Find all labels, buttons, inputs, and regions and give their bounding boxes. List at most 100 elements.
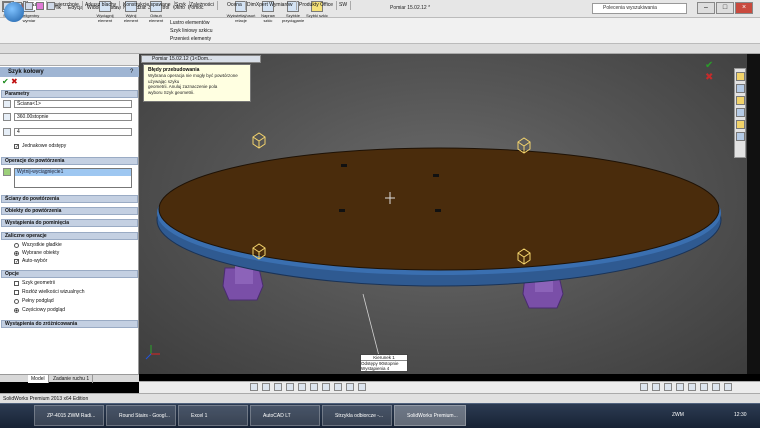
tab-arkusz-blachy[interactable]: Arkusz blachy [82, 1, 121, 10]
linear-sketch-pattern-link[interactable]: Szyk liniowy szkicu [170, 28, 213, 34]
section-obiekty[interactable]: Obiekty do powtórzenia [1, 207, 138, 215]
propagate-visual-label: Rozłóż wielkości wizualnych [22, 289, 85, 295]
section-zaliczne[interactable]: Zaliczne operacje [1, 232, 138, 240]
sketch-tool-icon[interactable] [712, 383, 720, 391]
instances-field[interactable]: 4 [14, 128, 132, 136]
task-strzykla[interactable]: Strzykla odbiorcze -... [322, 405, 392, 426]
section-opcje[interactable]: Opcje [1, 270, 138, 278]
partial-preview-radio[interactable] [14, 308, 19, 313]
section-parametry[interactable]: Parametry [1, 90, 138, 98]
display-manager-icon[interactable] [47, 2, 55, 10]
hole [433, 174, 439, 177]
all-bodies-radio[interactable] [14, 243, 19, 248]
geometry-pattern-label: Szyk geometrii [22, 280, 55, 286]
hole [435, 209, 441, 212]
move-entities-link[interactable]: Przenieś elementy [170, 36, 211, 42]
full-preview-label: Pełny podgląd [22, 298, 54, 304]
model-view[interactable] [139, 54, 747, 374]
section-pominiecia[interactable]: Wystąpienia do pominięcia [1, 219, 138, 227]
configuration-icon[interactable] [25, 2, 33, 10]
tab-ocena[interactable]: Ocena [224, 1, 246, 10]
custom-properties-icon[interactable] [736, 132, 745, 141]
mirror-entities-link[interactable]: Lustro elementów [170, 20, 209, 26]
sketch-tool-icon[interactable] [676, 383, 684, 391]
zoom-to-fit-icon[interactable] [250, 383, 258, 391]
cancel-button[interactable]: ✖ [11, 78, 19, 86]
axis-icon [3, 100, 11, 108]
dimxpert-icon[interactable] [36, 2, 44, 10]
view-settings-icon[interactable] [358, 383, 366, 391]
hole [339, 209, 345, 212]
appearances-icon[interactable] [736, 120, 745, 129]
triad-icon [145, 345, 160, 360]
view-palette-icon[interactable] [736, 108, 745, 117]
tab-motion-study[interactable]: Zadanie ruchu 1 [50, 375, 94, 383]
sketch-tool-icon[interactable] [700, 383, 708, 391]
tab-zaleznosci[interactable]: Zależności [187, 1, 218, 10]
sketch-tool-icon[interactable] [640, 383, 648, 391]
maximize-button[interactable]: □ [716, 2, 734, 14]
equal-spacing-label: Jednakowe odstępy [22, 143, 67, 149]
previous-view-icon[interactable] [274, 383, 282, 391]
graphics-area[interactable]: Pomiar 15.02.12 (1<Dom... Błędy przebudo… [139, 54, 747, 374]
section-view-icon[interactable] [286, 383, 294, 391]
task-excel[interactable]: Excel 1 [178, 405, 248, 426]
auto-select-label: Auto-wybór [22, 258, 48, 264]
dimension-callout[interactable]: Kierunek 1 Odstępy 90stopnie Wystąpienia… [360, 354, 408, 372]
display-style-icon[interactable] [310, 383, 318, 391]
apply-scene-icon[interactable] [346, 383, 354, 391]
hole [341, 164, 347, 167]
tab-model[interactable]: Model [28, 375, 49, 383]
view-orientation-icon[interactable] [298, 383, 306, 391]
clock[interactable]: 12:30 [734, 409, 747, 421]
tab-produkty-office[interactable]: Produkty Office [296, 1, 338, 10]
geometry-pattern-checkbox[interactable] [14, 281, 19, 286]
task-solidworks[interactable]: SolidWorks Premium... [394, 405, 466, 426]
search-commands-input[interactable]: Polecenia wyszukiwania [592, 3, 687, 14]
cancel-corner-icon[interactable]: ✖ [705, 72, 717, 84]
list-item[interactable]: Wytnij-wyciągnięcie1 [15, 169, 131, 176]
feature-tree-flyout[interactable]: Pomiar 15.02.12 (1<Dom... [141, 55, 261, 63]
right-border [747, 54, 760, 374]
selected-bodies-radio[interactable] [14, 251, 19, 256]
resources-icon[interactable] [736, 72, 745, 81]
full-preview-radio[interactable] [14, 299, 19, 304]
zoom-area-icon[interactable] [262, 383, 270, 391]
instances-icon [3, 128, 11, 136]
auto-select-checkbox[interactable]: ✓ [14, 259, 19, 265]
task-round-stairs[interactable]: Round Stairs - Googl... [106, 405, 176, 426]
design-library-icon[interactable] [736, 84, 745, 93]
note-leader [362, 293, 380, 357]
sketch-tool-icon[interactable] [652, 383, 660, 391]
tray-label[interactable]: ZWM [672, 409, 684, 421]
edit-appearance-icon[interactable] [334, 383, 342, 391]
sketch-tool-icon[interactable] [724, 383, 732, 391]
propagate-visual-checkbox[interactable] [14, 290, 19, 295]
section-operacje[interactable]: Operacje do powtórzenia [1, 157, 138, 165]
help-icon[interactable]: ? [130, 68, 137, 76]
task-autocad[interactable]: AutoCAD LT [250, 405, 320, 426]
rebuild-error-tooltip: Błędy przebudowania Wybrana operacja nie… [143, 64, 251, 102]
section-zroznicowania[interactable]: Wystąpienia do zróżnicowania [1, 320, 138, 328]
ok-button[interactable]: ✔ [2, 78, 10, 86]
property-title: Szyk kołowy [0, 67, 139, 77]
tab-konstrukcje-spawane[interactable]: Konstrukcje spawane [120, 1, 175, 10]
start-button[interactable] [4, 2, 24, 22]
tab-sw[interactable]: SW [336, 1, 352, 10]
task-zp4015[interactable]: ZP-4015 ZWM Radi... [34, 405, 104, 426]
section-sciany[interactable]: Ściany do powtórzenia [1, 195, 138, 203]
status-text: SolidWorks Premium 2013 x64 Edition [3, 396, 89, 402]
angle-field[interactable]: 360.00stopnie [14, 113, 132, 121]
confirm-corner-icon[interactable]: ✔ [705, 60, 717, 72]
tab-dimxpert[interactable]: DimXpert Wymiarów [244, 1, 297, 10]
close-button[interactable]: × [735, 2, 753, 14]
minimize-button[interactable]: – [697, 2, 715, 14]
equal-spacing-checkbox[interactable]: ✓ [14, 144, 19, 150]
sketch-tool-icon[interactable] [688, 383, 696, 391]
document-title: Pomiar 15.02.12 * [389, 5, 431, 11]
hide-show-icon[interactable] [322, 383, 330, 391]
all-bodies-label: Wszystkie gładkie [22, 242, 62, 248]
sketch-tool-icon[interactable] [664, 383, 672, 391]
file-explorer-icon[interactable] [736, 96, 745, 105]
axis-field[interactable]: Ściana<1> [14, 100, 132, 108]
